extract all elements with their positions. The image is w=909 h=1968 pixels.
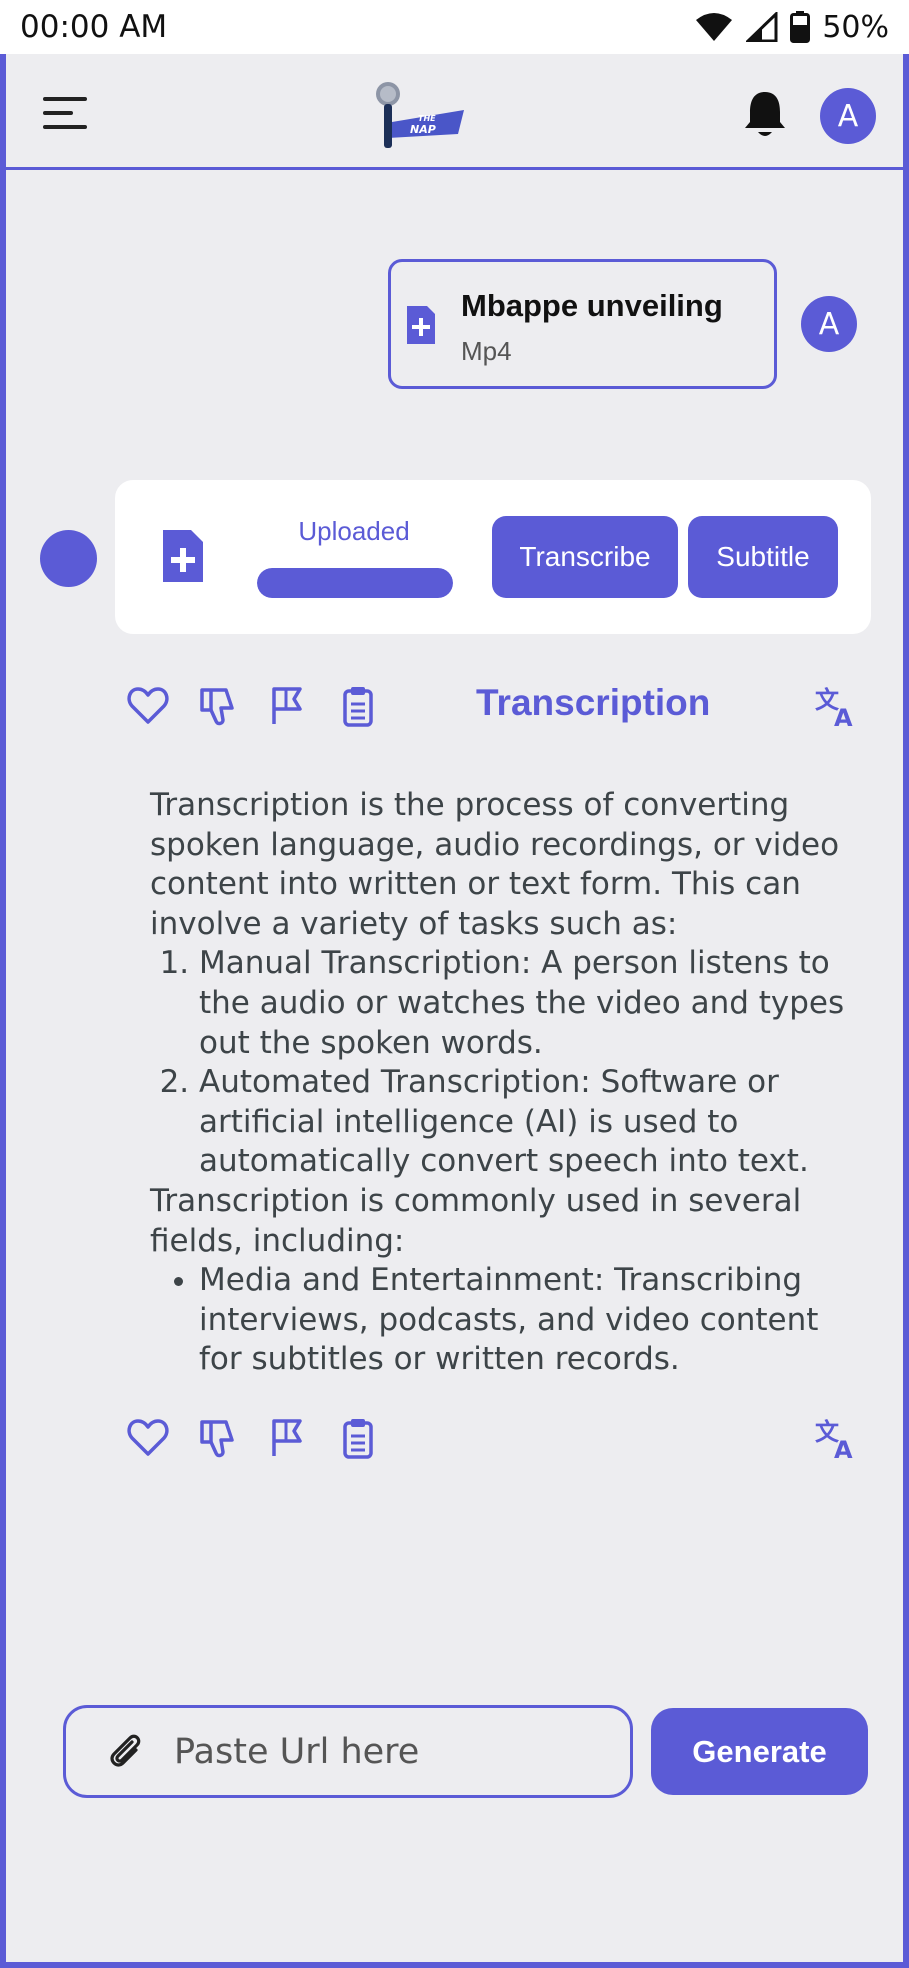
file-name: Mbappe unveiling	[461, 288, 723, 323]
generate-button[interactable]: Generate	[651, 1708, 868, 1795]
transcription-content: Transcription is the process of converti…	[150, 786, 850, 1380]
upload-status-label: Uploaded	[298, 516, 410, 546]
paperclip-icon[interactable]	[106, 1732, 146, 1772]
uploaded-file-card[interactable]: Mbappe unveiling Mp4	[388, 259, 777, 389]
file-plus-icon	[407, 306, 435, 344]
translate-icon[interactable]: 文 A	[814, 1416, 858, 1460]
transcription-task-list: Manual Transcription: A person listens t…	[150, 944, 850, 1182]
profile-avatar[interactable]: A	[820, 88, 876, 144]
subtitle-button[interactable]: Subtitle	[688, 516, 838, 598]
bot-avatar	[40, 530, 97, 587]
transcribe-button[interactable]: Transcribe	[492, 516, 678, 598]
battery-percentage: 50%	[822, 9, 889, 45]
logo-text-bottom: NAP	[410, 123, 436, 136]
list-item: Automated Transcription: Software or art…	[199, 1063, 850, 1182]
list-item: Manual Transcription: A person listens t…	[199, 944, 850, 1063]
transcription-field-list: Media and Entertainment: Transcribing in…	[150, 1261, 850, 1380]
status-time: 00:00 AM	[20, 9, 168, 45]
transcription-intro: Transcription is the process of converti…	[150, 787, 840, 942]
clipboard-icon[interactable]	[336, 684, 380, 728]
thumbs-down-icon[interactable]	[196, 684, 240, 728]
status-bar: 00:00 AM 50%	[0, 0, 909, 54]
transcription-fields-intro: Transcription is commonly used in severa…	[150, 1182, 802, 1259]
hamburger-menu-icon[interactable]	[43, 96, 87, 130]
file-plus-icon	[163, 530, 203, 582]
translate-icon[interactable]: 文 A	[814, 684, 858, 728]
battery-icon	[790, 11, 811, 43]
svg-text:A: A	[834, 1436, 853, 1460]
the-nap-logo: THE NAP	[376, 82, 464, 148]
clipboard-icon[interactable]	[336, 1416, 380, 1460]
app-header: THE NAP A	[6, 54, 903, 170]
flag-icon[interactable]	[266, 684, 310, 728]
transcription-title: Transcription	[476, 682, 711, 723]
heart-icon[interactable]	[126, 1416, 170, 1460]
url-input[interactable]	[174, 1726, 614, 1778]
svg-text:A: A	[834, 704, 853, 728]
flag-icon[interactable]	[266, 1416, 310, 1460]
heart-icon[interactable]	[126, 684, 170, 728]
cellular-signal-icon	[746, 12, 778, 42]
logo-text-top: THE	[418, 114, 436, 123]
file-type: Mp4	[461, 336, 512, 366]
response-actions-top: Transcription 文 A	[126, 682, 886, 734]
upload-progress-fill	[257, 568, 453, 598]
response-actions-bottom: 文 A	[126, 1416, 886, 1466]
status-icons: 50%	[694, 10, 889, 45]
list-item: Media and Entertainment: Transcribing in…	[199, 1261, 850, 1380]
bell-icon[interactable]	[742, 88, 788, 140]
wifi-icon	[696, 13, 733, 41]
upload-progress-bar	[257, 568, 453, 598]
upload-status-card: Uploaded Transcribe Subtitle	[115, 480, 871, 634]
url-input-container[interactable]	[63, 1705, 633, 1798]
user-avatar: A	[801, 296, 857, 352]
thumbs-down-icon[interactable]	[196, 1416, 240, 1460]
